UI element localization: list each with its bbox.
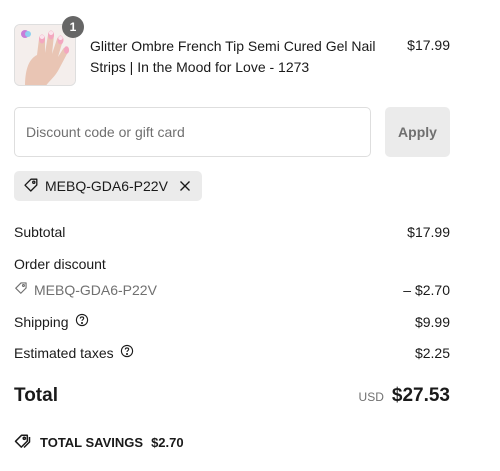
product-title: Glitter Ombre French Tip Semi Cured Gel … — [90, 38, 376, 75]
total-row: Total USD $27.53 — [14, 385, 450, 407]
order-discount-code: MEBQ-GDA6-P22V — [34, 281, 157, 298]
total-currency: USD — [358, 390, 384, 404]
total-savings: TOTAL SAVINGS $2.70 — [14, 433, 184, 452]
total-amount: $27.53 — [391, 385, 450, 406]
taxes-value: $2.25 — [414, 344, 450, 361]
shipping-row: Shipping $9.99 — [14, 313, 450, 330]
tag-icon — [14, 281, 28, 298]
product-price: $17.99 — [407, 37, 450, 53]
tag-icon — [23, 177, 39, 196]
shipping-label: Shipping — [14, 313, 69, 330]
order-discount-label: Order discount — [14, 256, 106, 272]
discount-code-input[interactable] — [14, 107, 371, 157]
order-discount-row: Order discount — [14, 256, 450, 272]
subtotal-label: Subtotal — [14, 224, 66, 240]
order-discount-code-row: MEBQ-GDA6-P22V – $2.70 — [14, 281, 450, 298]
savings-label: TOTAL SAVINGS — [40, 435, 144, 450]
total-label: Total — [14, 385, 58, 406]
subtotal-row: Subtotal $17.99 — [14, 224, 450, 240]
line-item: 1 Glitter Ombre French Tip Semi Cured Ge… — [14, 16, 450, 88]
remove-discount-icon[interactable] — [178, 179, 192, 193]
quantity-badge: 1 — [62, 16, 84, 38]
apply-button[interactable]: Apply — [385, 107, 450, 157]
shipping-value: $9.99 — [414, 313, 450, 330]
help-icon[interactable] — [75, 313, 89, 330]
taxes-row: Estimated taxes $2.25 — [14, 344, 450, 361]
subtotal-value: $17.99 — [407, 224, 450, 240]
order-discount-value: – $2.70 — [403, 281, 450, 298]
applied-code-label: MEBQ-GDA6-P22V — [45, 178, 168, 194]
taxes-label: Estimated taxes — [14, 344, 114, 361]
savings-tag-icon — [14, 433, 32, 452]
applied-discount-chip: MEBQ-GDA6-P22V — [14, 171, 202, 201]
help-icon[interactable] — [120, 344, 134, 361]
savings-value: $2.70 — [151, 435, 184, 450]
